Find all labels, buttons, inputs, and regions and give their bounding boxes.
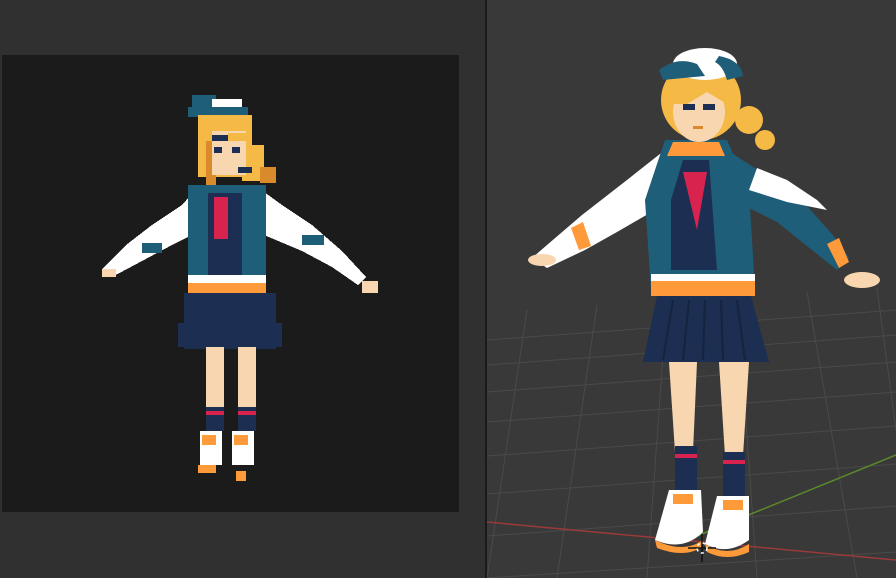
pixel-art-editor-pane	[0, 0, 485, 578]
pixel-art-canvas[interactable]	[2, 55, 459, 512]
3d-viewport[interactable]	[487, 0, 896, 578]
viewport-scene	[487, 48, 896, 578]
3d-character-icon	[528, 48, 880, 557]
pixel-character-icon	[102, 95, 378, 481]
